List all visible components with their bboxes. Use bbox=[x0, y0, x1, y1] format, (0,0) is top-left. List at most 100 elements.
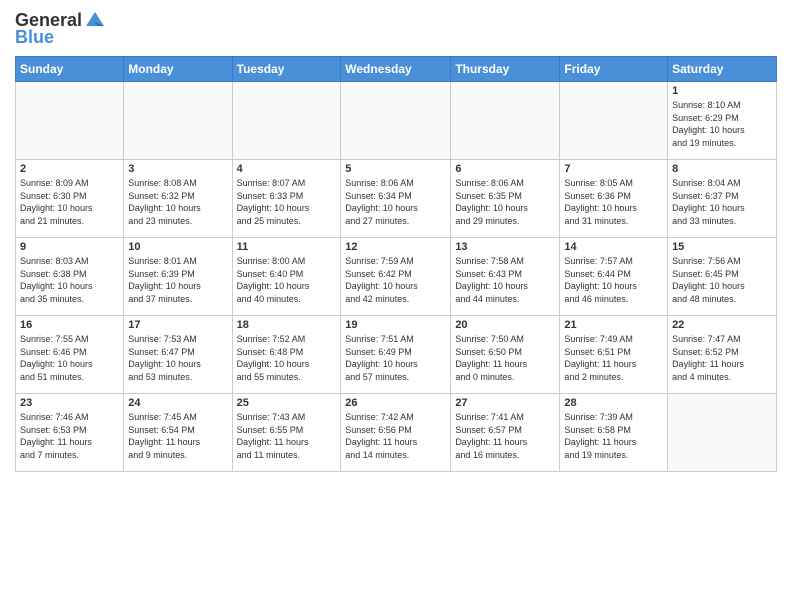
day-info: Sunrise: 7:39 AM Sunset: 6:58 PM Dayligh… bbox=[564, 411, 663, 461]
day-info: Sunrise: 7:59 AM Sunset: 6:42 PM Dayligh… bbox=[345, 255, 446, 305]
day-number: 12 bbox=[345, 241, 446, 253]
day-info: Sunrise: 7:50 AM Sunset: 6:50 PM Dayligh… bbox=[455, 333, 555, 383]
calendar-cell: 1 Sunrise: 8:10 AM Sunset: 6:29 PM Daylig… bbox=[668, 82, 777, 160]
calendar-cell bbox=[560, 82, 668, 160]
day-info: Sunrise: 8:10 AM Sunset: 6:29 PM Dayligh… bbox=[672, 99, 772, 149]
calendar-cell: 15 Sunrise: 7:56 AM Sunset: 6:45 PM Dayli… bbox=[668, 238, 777, 316]
day-number: 23 bbox=[20, 397, 119, 409]
calendar-cell: 9Sunrise: 8:03 AM Sunset: 6:38 PM Daylig… bbox=[16, 238, 124, 316]
day-info: Sunrise: 8:05 AM Sunset: 6:36 PM Dayligh… bbox=[564, 177, 663, 227]
calendar-cell: 18 Sunrise: 7:52 AM Sunset: 6:48 PM Dayli… bbox=[232, 316, 341, 394]
calendar-cell: 23 Sunrise: 7:46 AM Sunset: 6:53 PM Dayli… bbox=[16, 394, 124, 472]
day-info: Sunrise: 8:06 AM Sunset: 6:35 PM Dayligh… bbox=[455, 177, 555, 227]
calendar-cell: 24 Sunrise: 7:45 AM Sunset: 6:54 PM Dayli… bbox=[124, 394, 232, 472]
day-number: 3 bbox=[128, 163, 227, 175]
calendar-cell bbox=[451, 82, 560, 160]
calendar-cell: 4Sunrise: 8:07 AM Sunset: 6:33 PM Daylig… bbox=[232, 160, 341, 238]
calendar-cell: 22 Sunrise: 7:47 AM Sunset: 6:52 PM Dayli… bbox=[668, 316, 777, 394]
calendar-cell: 3 Sunrise: 8:08 AM Sunset: 6:32 PM Daylig… bbox=[124, 160, 232, 238]
calendar-cell: 5 Sunrise: 8:06 AM Sunset: 6:34 PM Daylig… bbox=[341, 160, 451, 238]
weekday-row: SundayMondayTuesdayWednesdayThursdayFrid… bbox=[16, 57, 777, 82]
calendar-cell bbox=[232, 82, 341, 160]
calendar-cell: 20 Sunrise: 7:50 AM Sunset: 6:50 PM Dayli… bbox=[451, 316, 560, 394]
weekday-header-tuesday: Tuesday bbox=[232, 57, 341, 82]
day-info: Sunrise: 8:04 AM Sunset: 6:37 PM Dayligh… bbox=[672, 177, 772, 227]
calendar-cell bbox=[124, 82, 232, 160]
day-number: 14 bbox=[564, 241, 663, 253]
calendar-week-4: 23 Sunrise: 7:46 AM Sunset: 6:53 PM Dayli… bbox=[16, 394, 777, 472]
logo-block: General Blue bbox=[15, 10, 106, 48]
calendar-cell: 2Sunrise: 8:09 AM Sunset: 6:30 PM Daylig… bbox=[16, 160, 124, 238]
day-number: 2 bbox=[20, 163, 119, 175]
day-info: Sunrise: 7:47 AM Sunset: 6:52 PM Dayligh… bbox=[672, 333, 772, 383]
day-info: Sunrise: 7:53 AM Sunset: 6:47 PM Dayligh… bbox=[128, 333, 227, 383]
day-info: Sunrise: 8:01 AM Sunset: 6:39 PM Dayligh… bbox=[128, 255, 227, 305]
page-header: General Blue bbox=[15, 10, 777, 48]
calendar-cell bbox=[341, 82, 451, 160]
day-info: Sunrise: 8:06 AM Sunset: 6:34 PM Dayligh… bbox=[345, 177, 446, 227]
day-number: 18 bbox=[237, 319, 337, 331]
day-number: 19 bbox=[345, 319, 446, 331]
day-number: 20 bbox=[455, 319, 555, 331]
day-info: Sunrise: 7:43 AM Sunset: 6:55 PM Dayligh… bbox=[237, 411, 337, 461]
calendar-cell: 13 Sunrise: 7:58 AM Sunset: 6:43 PM Dayli… bbox=[451, 238, 560, 316]
day-info: Sunrise: 7:56 AM Sunset: 6:45 PM Dayligh… bbox=[672, 255, 772, 305]
day-number: 26 bbox=[345, 397, 446, 409]
day-info: Sunrise: 7:45 AM Sunset: 6:54 PM Dayligh… bbox=[128, 411, 227, 461]
day-number: 22 bbox=[672, 319, 772, 331]
day-number: 15 bbox=[672, 241, 772, 253]
day-info: Sunrise: 8:00 AM Sunset: 6:40 PM Dayligh… bbox=[237, 255, 337, 305]
day-info: Sunrise: 7:46 AM Sunset: 6:53 PM Dayligh… bbox=[20, 411, 119, 461]
calendar-cell: 27 Sunrise: 7:41 AM Sunset: 6:57 PM Dayli… bbox=[451, 394, 560, 472]
calendar-week-2: 9Sunrise: 8:03 AM Sunset: 6:38 PM Daylig… bbox=[16, 238, 777, 316]
calendar-cell: 10 Sunrise: 8:01 AM Sunset: 6:39 PM Dayli… bbox=[124, 238, 232, 316]
day-number: 25 bbox=[237, 397, 337, 409]
day-info: Sunrise: 7:55 AM Sunset: 6:46 PM Dayligh… bbox=[20, 333, 119, 383]
calendar-cell: 17 Sunrise: 7:53 AM Sunset: 6:47 PM Dayli… bbox=[124, 316, 232, 394]
weekday-header-wednesday: Wednesday bbox=[341, 57, 451, 82]
weekday-header-thursday: Thursday bbox=[451, 57, 560, 82]
calendar-week-3: 16 Sunrise: 7:55 AM Sunset: 6:46 PM Dayli… bbox=[16, 316, 777, 394]
calendar-cell: 21 Sunrise: 7:49 AM Sunset: 6:51 PM Dayli… bbox=[560, 316, 668, 394]
day-info: Sunrise: 7:52 AM Sunset: 6:48 PM Dayligh… bbox=[237, 333, 337, 383]
calendar-cell: 7 Sunrise: 8:05 AM Sunset: 6:36 PM Daylig… bbox=[560, 160, 668, 238]
calendar-cell: 25 Sunrise: 7:43 AM Sunset: 6:55 PM Dayli… bbox=[232, 394, 341, 472]
day-number: 4 bbox=[237, 163, 337, 175]
day-info: Sunrise: 7:42 AM Sunset: 6:56 PM Dayligh… bbox=[345, 411, 446, 461]
weekday-header-friday: Friday bbox=[560, 57, 668, 82]
calendar-cell: 16 Sunrise: 7:55 AM Sunset: 6:46 PM Dayli… bbox=[16, 316, 124, 394]
calendar-table: SundayMondayTuesdayWednesdayThursdayFrid… bbox=[15, 56, 777, 472]
day-number: 27 bbox=[455, 397, 555, 409]
day-info: Sunrise: 7:49 AM Sunset: 6:51 PM Dayligh… bbox=[564, 333, 663, 383]
weekday-header-sunday: Sunday bbox=[16, 57, 124, 82]
day-number: 7 bbox=[564, 163, 663, 175]
calendar-cell: 6 Sunrise: 8:06 AM Sunset: 6:35 PM Daylig… bbox=[451, 160, 560, 238]
calendar-cell bbox=[668, 394, 777, 472]
weekday-header-monday: Monday bbox=[124, 57, 232, 82]
day-number: 24 bbox=[128, 397, 227, 409]
day-number: 10 bbox=[128, 241, 227, 253]
calendar-header: SundayMondayTuesdayWednesdayThursdayFrid… bbox=[16, 57, 777, 82]
logo-icon bbox=[84, 8, 106, 30]
day-number: 13 bbox=[455, 241, 555, 253]
page-container: General Blue SundayMondayTuesdayWednesda… bbox=[0, 0, 792, 612]
day-number: 8 bbox=[672, 163, 772, 175]
day-number: 21 bbox=[564, 319, 663, 331]
day-number: 6 bbox=[455, 163, 555, 175]
day-number: 1 bbox=[672, 85, 772, 97]
calendar-cell: 28Sunrise: 7:39 AM Sunset: 6:58 PM Dayli… bbox=[560, 394, 668, 472]
day-info: Sunrise: 7:51 AM Sunset: 6:49 PM Dayligh… bbox=[345, 333, 446, 383]
day-info: Sunrise: 7:41 AM Sunset: 6:57 PM Dayligh… bbox=[455, 411, 555, 461]
calendar-cell: 12 Sunrise: 7:59 AM Sunset: 6:42 PM Dayli… bbox=[341, 238, 451, 316]
day-info: Sunrise: 7:58 AM Sunset: 6:43 PM Dayligh… bbox=[455, 255, 555, 305]
weekday-header-saturday: Saturday bbox=[668, 57, 777, 82]
day-number: 17 bbox=[128, 319, 227, 331]
day-info: Sunrise: 8:08 AM Sunset: 6:32 PM Dayligh… bbox=[128, 177, 227, 227]
day-number: 5 bbox=[345, 163, 446, 175]
calendar-cell: 26 Sunrise: 7:42 AM Sunset: 6:56 PM Dayli… bbox=[341, 394, 451, 472]
day-number: 11 bbox=[237, 241, 337, 253]
logo: General Blue bbox=[15, 10, 106, 48]
calendar-cell bbox=[16, 82, 124, 160]
day-info: Sunrise: 8:03 AM Sunset: 6:38 PM Dayligh… bbox=[20, 255, 119, 305]
day-number: 16 bbox=[20, 319, 119, 331]
